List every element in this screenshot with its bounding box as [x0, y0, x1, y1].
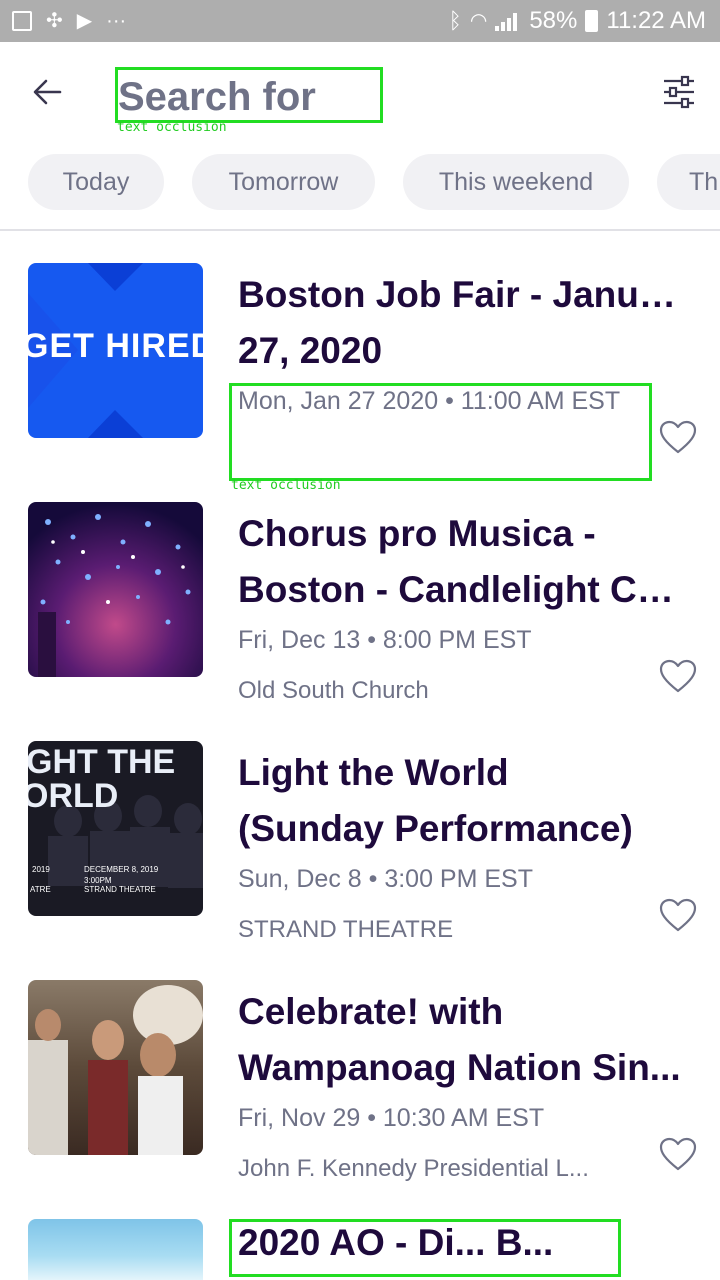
heart-icon	[659, 1137, 697, 1171]
event-title: Celebrate! with Wampanoag Nation Sin...	[238, 984, 690, 1096]
date-filter-chips: Today Tomorrow This weekend Th	[0, 140, 720, 230]
event-title-line: Boston - Candlelight Ch...	[238, 569, 690, 610]
event-card[interactable]: GET HIRED Boston Job Fair - January 27, …	[0, 263, 720, 502]
event-title: Light the World (Sunday Performance)	[238, 745, 690, 857]
event-title-line: Celebrate! with	[238, 991, 504, 1032]
favorite-button[interactable]	[658, 419, 698, 455]
event-image: GET HIRED	[28, 263, 203, 438]
event-title: Boston Job Fair - January 27, 2020	[238, 267, 690, 379]
heart-icon	[659, 659, 697, 693]
event-image: GHT THE ORLD DECEMBER 8, 2019 3:00PM STR…	[28, 741, 203, 916]
event-venue: STRAND THEATRE	[238, 916, 454, 943]
heart-icon	[659, 898, 697, 932]
thumb-text: GET HIRED	[28, 327, 203, 365]
ceremony-photo-graphic	[28, 985, 203, 1155]
event-card[interactable]: GHT THE ORLD DECEMBER 8, 2019 3:00PM STR…	[0, 741, 720, 980]
event-date: Sun, Dec 8 • 3:00 PM EST	[238, 865, 533, 893]
search-input[interactable]	[118, 70, 380, 124]
gallery-icon	[12, 11, 32, 31]
filter-button[interactable]	[658, 72, 700, 112]
event-title: Chorus pro Musica - Boston - Candlelight…	[238, 506, 690, 618]
favorite-button[interactable]	[658, 658, 698, 694]
event-date: Fri, Dec 13 • 8:00 PM EST	[238, 626, 532, 654]
battery-percent: 58%	[529, 7, 578, 34]
back-button[interactable]	[26, 72, 70, 112]
event-card[interactable]: Chorus pro Musica - Boston - Candlelight…	[0, 502, 720, 741]
signal-icon	[495, 11, 521, 31]
event-image	[28, 1219, 203, 1280]
clock: 11:22 AM	[606, 7, 706, 34]
notification-icons: ✣ ▶ ···	[12, 9, 126, 33]
chip-today[interactable]: Today	[28, 154, 164, 210]
chip-this-weekend[interactable]: This weekend	[403, 154, 629, 210]
status-right: ᛒ ◠ 58% 11:22 AM	[449, 7, 706, 35]
more-icon: ···	[106, 10, 127, 32]
event-title-line: 27, 2020	[238, 330, 383, 371]
header-divider	[0, 229, 720, 231]
chip-partial[interactable]: Th	[657, 154, 720, 210]
event-venue: Old South Church	[238, 677, 429, 704]
event-card[interactable]: Celebrate! with Wampanoag Nation Sin... …	[0, 980, 720, 1219]
event-date: Mon, Jan 27 2020 • 11:00 AM EST	[238, 387, 621, 415]
favorite-button[interactable]	[658, 897, 698, 933]
event-image	[28, 502, 203, 677]
text-occlusion-label: text occlusion	[117, 120, 227, 135]
thumb-left-text-2: ATRE	[30, 885, 51, 894]
event-image	[28, 980, 203, 1155]
candlelight-lights-graphic	[38, 514, 191, 677]
thumb-venue-text: STRAND THEATRE	[84, 885, 156, 894]
event-date: Fri, Nov 29 • 10:30 AM EST	[238, 1104, 545, 1132]
text-occlusion-label: text occlusion	[231, 478, 341, 493]
status-bar: ✣ ▶ ··· ᛒ ◠ 58% 11:22 AM	[0, 0, 720, 42]
play-store-icon: ▶	[76, 10, 93, 32]
event-title-line: (Sunday Performance)	[238, 808, 633, 849]
back-arrow-icon	[33, 79, 62, 105]
thumb-left-text: 2019	[32, 865, 50, 874]
wifi-icon: ◠	[469, 10, 488, 32]
event-venue: John F. Kennedy Presidential L...	[238, 1155, 589, 1182]
search-header: text occlusion	[0, 42, 720, 140]
thumb-date-text: DECEMBER 8, 2019	[84, 865, 159, 874]
event-title-line: Chorus pro Musica -	[238, 513, 596, 554]
event-title-partial: 2020 AO - Di... B...	[238, 1222, 554, 1263]
bluetooth-icon: ᛒ	[448, 8, 462, 33]
battery-icon	[585, 10, 599, 32]
filter-sliders-icon	[664, 75, 694, 109]
event-title-line: Wampanoag Nation Sin...	[238, 1047, 681, 1088]
event-title-line: Boston Job Fair - January	[238, 274, 690, 315]
event-title-line: Light the World	[238, 752, 509, 793]
thumb-headline-2: ORLD	[28, 777, 119, 815]
chip-tomorrow[interactable]: Tomorrow	[192, 154, 375, 210]
favorite-button[interactable]	[658, 1136, 698, 1172]
pinwheel-icon: ✣	[46, 10, 63, 32]
heart-icon	[659, 420, 697, 454]
thumb-time-text: 3:00PM	[84, 876, 112, 885]
